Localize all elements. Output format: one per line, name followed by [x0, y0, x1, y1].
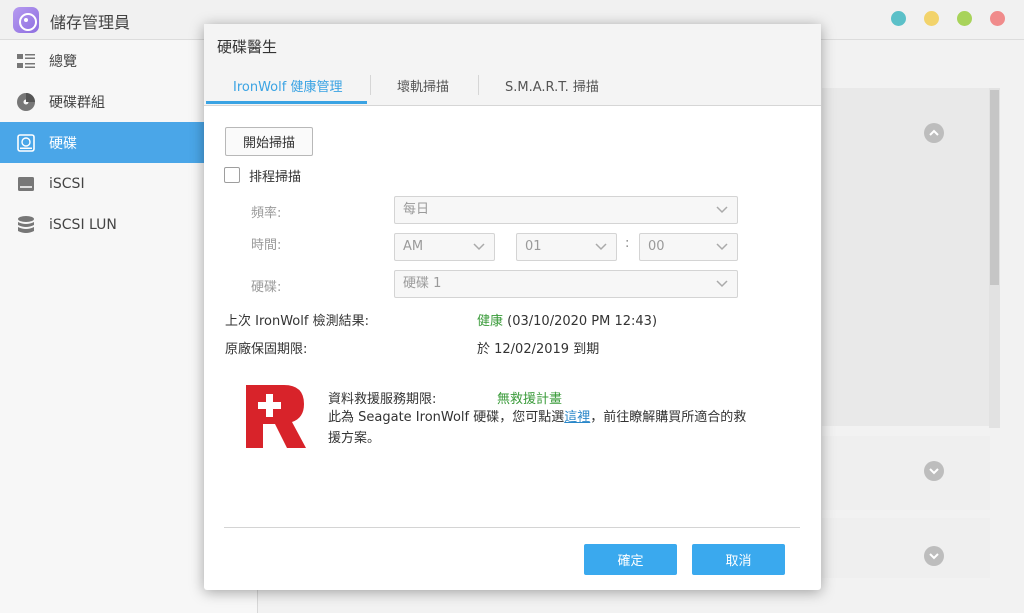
tab-smart-scan[interactable]: S.M.A.R.T. 掃描 [505, 76, 599, 95]
collapse-chevron-up-icon[interactable] [924, 123, 944, 143]
cancel-button[interactable]: 取消 [692, 544, 785, 575]
frequency-value: 每日 [403, 202, 430, 217]
sidebar-item-label: 硬碟群組 [49, 94, 105, 111]
health-status: 健康 [477, 314, 504, 329]
minute-value: 00 [648, 239, 665, 254]
sidebar-item-label: iSCSI LUN [49, 216, 117, 233]
app-title: 儲存管理員 [50, 13, 131, 32]
expand-chevron-down-icon[interactable] [924, 461, 944, 481]
chevron-down-icon [595, 243, 607, 251]
sidebar-item-label: 總覽 [49, 53, 77, 70]
active-tab-indicator [206, 101, 367, 104]
disk-value: 硬碟 1 [403, 276, 442, 291]
last-result-timestamp: (03/10/2020 PM 12:43) [507, 314, 658, 329]
scrollbar-thumb[interactable] [990, 90, 999, 285]
storage-manager-app-icon [13, 7, 39, 33]
rescue-plan-link[interactable]: 這裡 [564, 410, 590, 425]
disk-panel [822, 88, 990, 426]
frequency-select[interactable]: 每日 [394, 196, 738, 224]
sidebar-item-label: 硬碟 [49, 135, 77, 152]
schedule-scan-checkbox[interactable] [224, 167, 240, 183]
disk-group-icon [17, 93, 35, 111]
hour-select[interactable]: 01 [516, 233, 617, 261]
frequency-label: 頻率: [251, 206, 282, 221]
disk-select[interactable]: 硬碟 1 [394, 270, 738, 298]
footer-divider [224, 527, 800, 528]
rescue-service-label: 資料救援服務期限: [328, 392, 437, 407]
rescue-description-text: 此為 Seagate IronWolf 硬碟，您可點選 [328, 410, 565, 425]
disk-doctor-dialog: 硬碟醫生 IronWolf 健康管理 壞軌掃描 S.M.A.R.T. 掃描 開始… [204, 24, 821, 590]
iscsi-icon [18, 177, 34, 191]
warranty-label: 原廠保固期限: [225, 342, 308, 357]
chevron-down-icon [473, 243, 485, 251]
tab-separator [370, 75, 371, 95]
ampm-select[interactable]: AM [394, 233, 495, 261]
chevron-down-icon [716, 206, 728, 214]
warranty-value: 於 12/02/2019 到期 [477, 342, 600, 357]
expand-chevron-down-icon[interactable] [924, 546, 944, 566]
last-result-label: 上次 IronWolf 檢測結果: [225, 314, 369, 329]
minute-select[interactable]: 00 [639, 233, 738, 261]
chevron-down-icon [716, 280, 728, 288]
help-dot-button[interactable] [891, 11, 906, 26]
last-result-value: 健康 (03/10/2020 PM 12:43) [477, 310, 657, 329]
start-scan-button[interactable]: 開始掃描 [225, 127, 313, 156]
rescue-description: 此為 Seagate IronWolf 硬碟，您可點選這裡，前往瞭解購買所適合的… [328, 407, 748, 449]
hdd-icon [17, 134, 35, 152]
ampm-value: AM [403, 239, 424, 254]
sidebar-item-label: iSCSI [49, 175, 85, 192]
close-dot-button[interactable] [990, 11, 1005, 26]
disk-label: 硬碟: [251, 280, 282, 295]
disk-panel [822, 436, 990, 510]
minimize-dot-button[interactable] [924, 11, 939, 26]
chevron-down-icon [716, 243, 728, 251]
ok-button[interactable]: 確定 [584, 544, 677, 575]
time-separator: : [625, 236, 630, 251]
disk-panel [822, 518, 990, 578]
schedule-scan-label: 排程掃描 [249, 170, 302, 185]
rescue-service-logo-icon [246, 385, 306, 448]
tab-bad-block-scan[interactable]: 壞軌掃描 [397, 76, 449, 95]
tab-separator [478, 75, 479, 95]
database-icon [18, 216, 34, 233]
time-label: 時間: [251, 238, 282, 253]
dialog-header: 硬碟醫生 IronWolf 健康管理 壞軌掃描 S.M.A.R.T. 掃描 [204, 24, 821, 106]
rescue-service-value: 無救援計畫 [497, 392, 563, 407]
dialog-title: 硬碟醫生 [217, 38, 278, 56]
tab-ironwolf-health[interactable]: IronWolf 健康管理 [233, 76, 342, 95]
hour-value: 01 [525, 239, 542, 254]
list-icon [17, 54, 35, 68]
maximize-dot-button[interactable] [957, 11, 972, 26]
